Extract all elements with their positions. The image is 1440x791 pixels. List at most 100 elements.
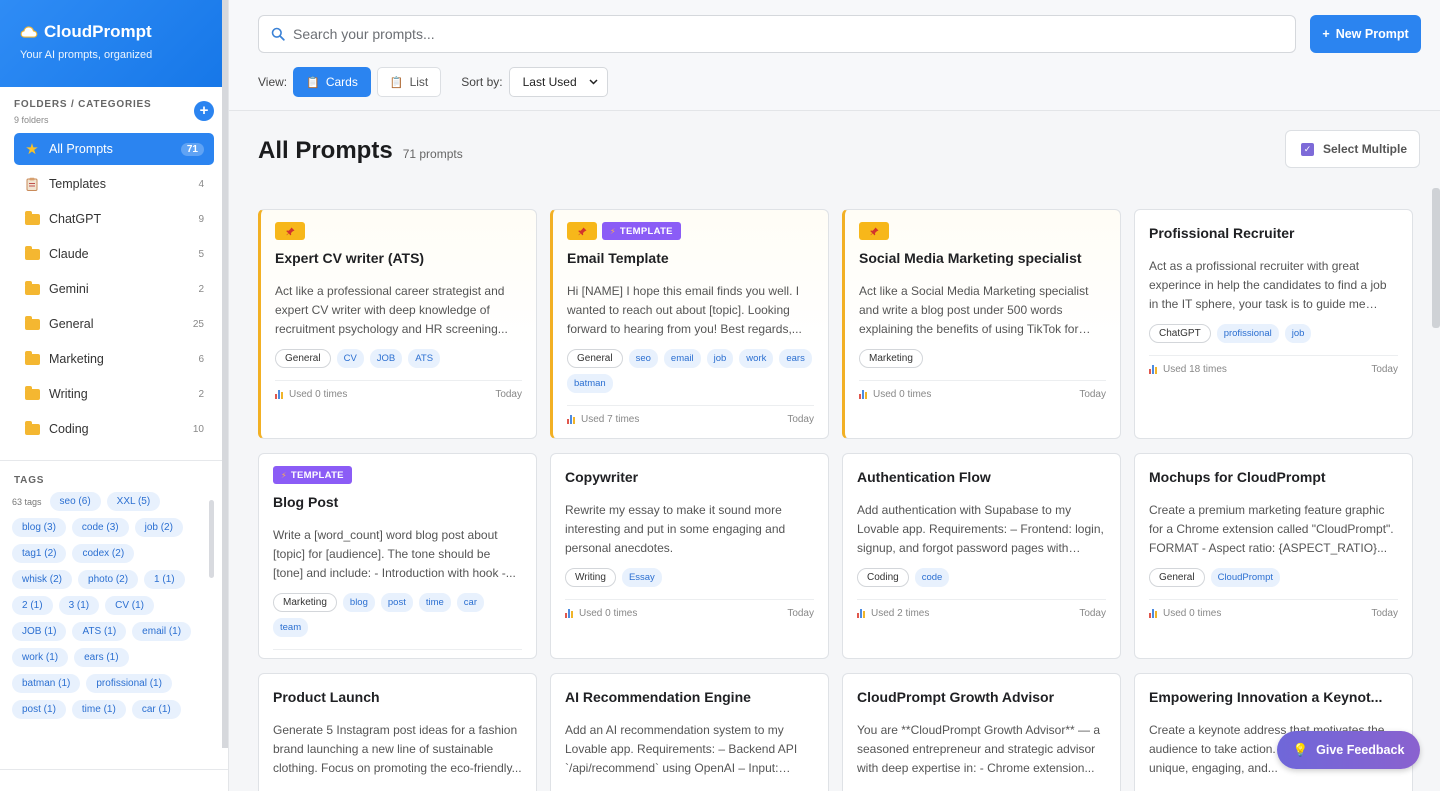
sidebar-item-gemini[interactable]: Gemini 2 bbox=[14, 273, 214, 305]
tag-chip[interactable]: work bbox=[739, 349, 774, 368]
tag-filter[interactable]: 3 (1) bbox=[58, 596, 100, 615]
add-folder-button[interactable]: + bbox=[194, 101, 214, 121]
tag-filter[interactable]: profissional (1) bbox=[86, 674, 172, 693]
search-box[interactable] bbox=[258, 15, 1296, 53]
tag-chip[interactable]: email bbox=[663, 349, 701, 368]
feedback-label: Give Feedback bbox=[1316, 743, 1405, 757]
main-area: + New Prompt View: 📋 Cards 📋 List Sort b… bbox=[229, 0, 1440, 791]
sidebar-item-chatgpt[interactable]: ChatGPT 9 bbox=[14, 203, 214, 235]
category-chip[interactable]: General bbox=[275, 349, 331, 368]
tag-filter[interactable]: 1 (1) bbox=[144, 570, 185, 589]
tag-filter[interactable]: car (1) bbox=[131, 700, 181, 719]
tags-scrollbar[interactable] bbox=[209, 500, 214, 578]
tag-chip[interactable]: CloudPrompt bbox=[1210, 568, 1281, 587]
prompt-card[interactable]: Product Launch Generate 5 Instagram post … bbox=[258, 673, 537, 791]
tag-chip[interactable]: profissional bbox=[1216, 324, 1279, 343]
prompt-card[interactable]: Profissional Recruiter Act as a profissio… bbox=[1134, 209, 1413, 439]
category-chip[interactable]: Marketing bbox=[859, 349, 923, 368]
tag-chip[interactable]: post bbox=[380, 593, 413, 612]
prompt-card[interactable]: Authentication Flow Add authentication wi… bbox=[842, 453, 1121, 659]
tag-filter[interactable]: CV (1) bbox=[105, 596, 155, 615]
prompt-card[interactable]: AI Recommendation Engine Add an AI recomm… bbox=[550, 673, 829, 791]
search-icon bbox=[271, 27, 285, 41]
pin-icon[interactable] bbox=[567, 222, 597, 240]
tag-filter[interactable]: code (3) bbox=[71, 518, 129, 537]
tag-filter[interactable]: whisk (2) bbox=[12, 570, 73, 589]
category-chip[interactable]: Marketing bbox=[273, 593, 337, 612]
tag-filter[interactable]: batman (1) bbox=[12, 674, 81, 693]
tag-chip[interactable]: job bbox=[1284, 324, 1312, 343]
tag-filter[interactable]: photo (2) bbox=[78, 570, 139, 589]
tag-filter[interactable]: work (1) bbox=[12, 648, 69, 667]
tag-filter[interactable]: post (1) bbox=[12, 700, 66, 719]
tag-filter[interactable]: codex (2) bbox=[72, 544, 135, 563]
card-tags: ChatGPT profissional job bbox=[1149, 324, 1398, 343]
folders-header: FOLDERS / CATEGORIES 9 folders + bbox=[0, 87, 228, 125]
card-footer: Used 0 times Today bbox=[859, 380, 1106, 410]
tag-chip[interactable]: team bbox=[273, 618, 309, 637]
folder-count: 71 bbox=[180, 142, 204, 156]
tag-filter[interactable]: job (2) bbox=[134, 518, 183, 537]
sidebar-item-all-prompts[interactable]: ★ All Prompts 71 bbox=[14, 133, 214, 165]
pin-icon[interactable] bbox=[859, 222, 889, 240]
category-chip[interactable]: Writing bbox=[565, 568, 616, 587]
tag-filter[interactable]: JOB (1) bbox=[12, 622, 67, 641]
category-chip[interactable]: Coding bbox=[857, 568, 909, 587]
tag-chip[interactable]: code bbox=[914, 568, 950, 587]
tag-filter[interactable]: email (1) bbox=[132, 622, 192, 641]
category-chip[interactable]: General bbox=[1149, 568, 1205, 587]
tag-chip[interactable]: JOB bbox=[369, 349, 403, 368]
category-chip[interactable]: General bbox=[567, 349, 623, 368]
card-title: Profissional Recruiter bbox=[1149, 225, 1295, 241]
prompt-card[interactable]: CloudPrompt Growth Advisor You are **Clou… bbox=[842, 673, 1121, 791]
new-prompt-button[interactable]: + New Prompt bbox=[1310, 15, 1421, 53]
tag-chip[interactable]: batman bbox=[567, 374, 613, 393]
sidebar-item-coding[interactable]: Coding 10 bbox=[14, 413, 214, 445]
tag-filter[interactable]: seo (6) bbox=[49, 492, 101, 511]
sort-select[interactable]: Last Used bbox=[508, 67, 608, 97]
prompt-card[interactable]: Expert CV writer (ATS) Act like a profess… bbox=[258, 209, 537, 439]
give-feedback-button[interactable]: 💡 Give Feedback bbox=[1277, 731, 1420, 769]
sidebar-item-templates[interactable]: Templates 4 bbox=[14, 168, 214, 200]
main-scrollbar[interactable] bbox=[1432, 188, 1440, 328]
sidebar-item-claude[interactable]: Claude 5 bbox=[14, 238, 214, 270]
sidebar-item-writing[interactable]: Writing 2 bbox=[14, 378, 214, 410]
tag-chip[interactable]: seo bbox=[628, 349, 658, 368]
tag-chip[interactable]: car bbox=[456, 593, 484, 612]
prompt-card[interactable]: Mochups for CloudPrompt Create a premium … bbox=[1134, 453, 1413, 659]
category-chip[interactable]: ChatGPT bbox=[1149, 324, 1211, 343]
card-title: Authentication Flow bbox=[857, 469, 991, 485]
sidebar-item-general[interactable]: General 25 bbox=[14, 308, 214, 340]
pin-icon[interactable] bbox=[275, 222, 305, 240]
prompt-card[interactable]: Copywriter Rewrite my essay to make it so… bbox=[550, 453, 829, 659]
bar-chart-icon bbox=[859, 390, 868, 399]
tag-chip[interactable]: blog bbox=[342, 593, 375, 612]
tag-chip[interactable]: Essay bbox=[621, 568, 662, 587]
tag-filter[interactable]: XXL (5) bbox=[106, 492, 161, 511]
tag-filter[interactable]: tag1 (2) bbox=[12, 544, 67, 563]
tag-filter[interactable]: time (1) bbox=[71, 700, 126, 719]
tag-filter[interactable]: ears (1) bbox=[74, 648, 129, 667]
tag-chip[interactable]: job bbox=[706, 349, 734, 368]
tag-chip[interactable]: ATS bbox=[408, 349, 441, 368]
list-view-button[interactable]: 📋 List bbox=[376, 67, 442, 97]
card-description: Add an AI recommendation system to my Lo… bbox=[565, 723, 798, 775]
tag-filter[interactable]: ATS (1) bbox=[72, 622, 127, 641]
tag-chip[interactable]: time bbox=[418, 593, 451, 612]
select-multiple-button[interactable]: ✓ Select Multiple bbox=[1285, 130, 1420, 168]
bar-chart-icon bbox=[857, 609, 866, 618]
cards-view-button[interactable]: 📋 Cards bbox=[293, 67, 371, 97]
prompt-card[interactable]: Social Media Marketing specialist Act lik… bbox=[842, 209, 1121, 439]
prompt-card[interactable]: ⚡ TEMPLATE Blog Post Write a [word_count] w… bbox=[258, 453, 537, 659]
folder-icon bbox=[24, 280, 40, 296]
folder-icon bbox=[24, 315, 40, 331]
search-input[interactable] bbox=[293, 26, 1193, 42]
tag-filter[interactable]: 2 (1) bbox=[12, 596, 53, 615]
tag-chip[interactable]: CV bbox=[336, 349, 364, 368]
sidebar-scrollbar[interactable] bbox=[222, 0, 228, 748]
sidebar-item-marketing[interactable]: Marketing 6 bbox=[14, 343, 214, 375]
tag-filter[interactable]: blog (3) bbox=[12, 518, 66, 537]
prompt-card[interactable]: ⚡ TEMPLATE Email Template Hi [NAME] I hope … bbox=[550, 209, 829, 439]
usage-count: Used 0 times bbox=[287, 658, 345, 659]
tag-chip[interactable]: ears bbox=[779, 349, 812, 368]
